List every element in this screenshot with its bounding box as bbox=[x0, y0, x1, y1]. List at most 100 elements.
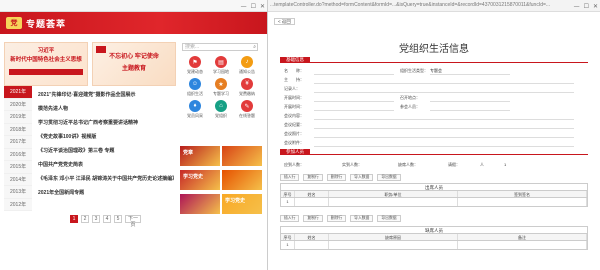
address-bar[interactable]: ...templateController.do?method=formCont… bbox=[270, 2, 570, 8]
promo-image[interactable] bbox=[222, 146, 262, 166]
page-button[interactable]: 4 bbox=[103, 215, 111, 223]
form-field-line[interactable] bbox=[430, 74, 510, 75]
table-action-button[interactable]: 导出数据 bbox=[377, 215, 401, 222]
form-field-line[interactable] bbox=[314, 74, 394, 75]
table-cell[interactable] bbox=[329, 241, 458, 249]
promo-image[interactable]: 学习党史 bbox=[180, 170, 220, 190]
form-field-line[interactable] bbox=[314, 83, 574, 84]
table-row[interactable]: 1 bbox=[281, 241, 587, 249]
search-input[interactable]: 搜索... ⌕ bbox=[182, 43, 258, 51]
news-link[interactable]: 2021年全国新闻专题 bbox=[38, 186, 174, 200]
search-icon[interactable]: ⌕ bbox=[253, 44, 256, 50]
table-action-button[interactable]: 复制行 bbox=[303, 174, 323, 181]
attend-value[interactable]: 1 bbox=[504, 162, 506, 167]
page-button[interactable]: 1 bbox=[70, 215, 78, 223]
table-cell[interactable]: 1 bbox=[281, 198, 295, 206]
form-label: 主 持： bbox=[284, 77, 304, 82]
table-row[interactable]: 1 bbox=[281, 198, 587, 206]
promo-image-text: 党章 bbox=[183, 150, 194, 156]
form-field-line[interactable] bbox=[314, 110, 394, 111]
table-action-button[interactable]: 插入行 bbox=[280, 174, 300, 181]
table-action-button[interactable]: 删除行 bbox=[326, 215, 347, 222]
quick-link-4[interactable]: ★ 专题学习 bbox=[208, 78, 234, 97]
news-link[interactable]: 学习贯彻习近平总书记广西考察重要讲话精神 bbox=[38, 116, 174, 130]
year-item[interactable]: 2016年 bbox=[4, 148, 32, 161]
close-button[interactable]: ✕ bbox=[260, 3, 265, 10]
page-button[interactable]: 2 bbox=[81, 215, 89, 223]
news-link[interactable]: 中国共产党党史简表 bbox=[38, 158, 174, 172]
table-cell[interactable] bbox=[295, 241, 329, 249]
form-field-line[interactable] bbox=[314, 128, 574, 129]
form-field-line[interactable] bbox=[314, 137, 574, 138]
news-link[interactable]: 2021"先锋印记·喜迎建党"摄影作品全国展示 bbox=[38, 88, 174, 102]
news-link[interactable]: 模范先进人物 bbox=[38, 102, 174, 116]
table-cell[interactable] bbox=[295, 198, 329, 206]
year-item[interactable]: 2014年 bbox=[4, 173, 32, 186]
site-body: 习近平 新时代中国特色社会主义思想 不忘初心 牢记使命 主题教育 搜索... ⌕… bbox=[0, 34, 267, 270]
section-attendees: 参加人员 bbox=[280, 149, 588, 155]
promo-image[interactable] bbox=[222, 170, 262, 190]
form-field-line[interactable] bbox=[314, 101, 394, 102]
next-page-button[interactable]: 下一页 bbox=[125, 215, 141, 228]
table-action-button[interactable]: 导入数据 bbox=[350, 215, 374, 222]
quick-link-label: 党建动态 bbox=[187, 69, 203, 74]
form-label: 会议纪要： bbox=[284, 122, 304, 127]
quick-icon-grid: ⚑ 党建动态 ▤ 学习园地 ♪ 通知公告 ☺ 组织生活 ★ 专题学习 ¥ 党费缴纳 ♦ 党员风采 ⌂ 党组织 ✎… bbox=[182, 56, 260, 119]
quick-link-1[interactable]: ▤ 学习园地 bbox=[208, 56, 234, 75]
form-label: 组织生活类型： bbox=[400, 68, 428, 73]
year-item[interactable]: 2018年 bbox=[4, 123, 32, 136]
year-item[interactable]: 2013年 bbox=[4, 186, 32, 199]
quick-link-5[interactable]: ¥ 党费缴纳 bbox=[234, 78, 260, 97]
year-item[interactable]: 2021年 bbox=[4, 86, 32, 99]
table-action-button[interactable]: 导出数据 bbox=[377, 174, 401, 181]
table-action-button[interactable]: 复制行 bbox=[303, 215, 323, 222]
table-action-button[interactable]: 删除行 bbox=[326, 174, 347, 181]
maximize-button[interactable]: ☐ bbox=[251, 3, 256, 10]
form-field-line[interactable] bbox=[430, 101, 510, 102]
table-cell[interactable] bbox=[458, 198, 587, 206]
column-header: 姓名 bbox=[295, 234, 329, 240]
form-field-line[interactable] bbox=[314, 92, 574, 93]
table1-toolbar: 插入行 复制行 删除行 导入数据 导出数据 bbox=[280, 174, 401, 181]
form-field-line[interactable] bbox=[314, 119, 574, 120]
form-label: 记录人： bbox=[284, 86, 300, 91]
table-cell[interactable]: 1 bbox=[281, 241, 295, 249]
minimize-button[interactable]: — bbox=[574, 3, 580, 10]
promo-image[interactable]: 学习党史 bbox=[222, 194, 262, 214]
form-field-line[interactable] bbox=[430, 110, 510, 111]
back-button[interactable]: < 返回 bbox=[274, 18, 295, 25]
minimize-button[interactable]: — bbox=[241, 3, 247, 10]
banner-xi-thought[interactable]: 习近平 新时代中国特色社会主义思想 bbox=[4, 42, 88, 86]
attendees-table-title: 出席人员 bbox=[281, 184, 587, 191]
maximize-button[interactable]: ☐ bbox=[584, 3, 589, 10]
news-link[interactable]: 《习近平谈治国理政》第三卷 专题 bbox=[38, 144, 174, 158]
table-action-button[interactable]: 导入数据 bbox=[350, 174, 374, 181]
year-item[interactable]: 2020年 bbox=[4, 98, 32, 111]
news-link[interactable]: 《毛泽东 邓小平 江泽民 胡锦涛关于中国共产党历史论述摘编》 bbox=[38, 172, 174, 186]
quick-link-0[interactable]: ⚑ 党建动态 bbox=[182, 56, 208, 75]
table-cell[interactable] bbox=[458, 241, 587, 249]
quick-link-8[interactable]: ✎ 在线答题 bbox=[234, 100, 260, 119]
year-item[interactable]: 2012年 bbox=[4, 198, 32, 211]
news-link[interactable]: 《党史故事100讲》视频版 bbox=[38, 130, 174, 144]
close-button[interactable]: ✕ bbox=[593, 3, 598, 10]
attend-label: 实到人数： bbox=[342, 162, 362, 167]
promo-image[interactable]: 党章 bbox=[180, 146, 220, 166]
banner-original-aspiration[interactable]: 不忘初心 牢记使命 主题教育 bbox=[92, 42, 176, 86]
edit-icon: ✎ bbox=[241, 100, 253, 112]
table-action-button[interactable]: 插入行 bbox=[280, 215, 300, 222]
year-item[interactable]: 2019年 bbox=[4, 111, 32, 124]
form-field-line[interactable] bbox=[314, 146, 574, 147]
news-list: 2021"先锋印记·喜迎建党"摄影作品全国展示 模范先进人物 学习贯彻习近平总书记广… bbox=[38, 88, 174, 200]
page-button[interactable]: 3 bbox=[92, 215, 100, 223]
quick-link-3[interactable]: ☺ 组织生活 bbox=[182, 78, 208, 97]
promo-image[interactable] bbox=[180, 194, 220, 214]
table2-toolbar: 插入行 复制行 删除行 导入数据 导出数据 bbox=[280, 215, 401, 222]
quick-link-2[interactable]: ♪ 通知公告 bbox=[234, 56, 260, 75]
table-cell[interactable] bbox=[329, 198, 458, 206]
year-item[interactable]: 2017年 bbox=[4, 136, 32, 149]
quick-link-6[interactable]: ♦ 党员风采 bbox=[182, 100, 208, 119]
quick-link-7[interactable]: ⌂ 党组织 bbox=[208, 100, 234, 119]
page-button[interactable]: 5 bbox=[114, 215, 122, 223]
year-item[interactable]: 2015年 bbox=[4, 161, 32, 174]
